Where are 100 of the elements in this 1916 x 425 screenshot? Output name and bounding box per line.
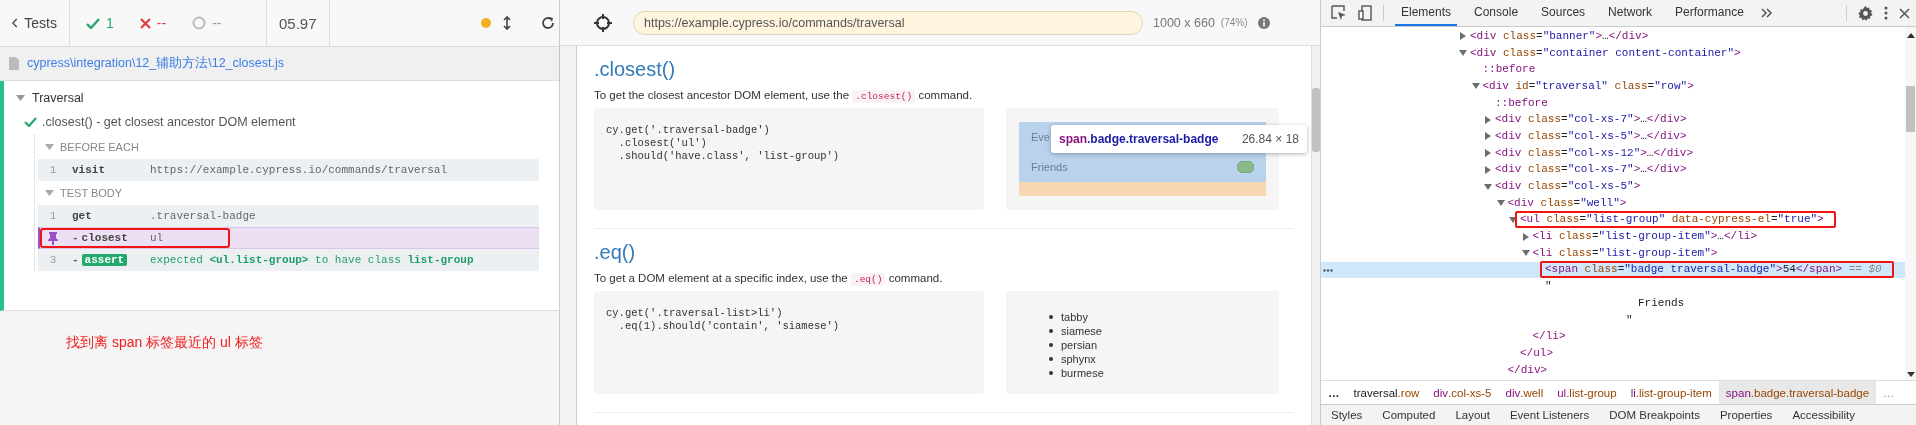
url-field[interactable]: https://example.cypress.io/commands/traversal bbox=[633, 10, 1143, 35]
expand-arrow-icon[interactable] bbox=[1459, 32, 1467, 41]
closing-tag[interactable]: </ul> bbox=[1515, 344, 1558, 362]
breadcrumb-overflow[interactable]: … bbox=[1876, 381, 1902, 404]
pseudo-element[interactable]: ::before bbox=[1477, 61, 1541, 79]
command-row[interactable]: 1 get .traversal-badge bbox=[38, 205, 539, 227]
dom-node[interactable]: <span class="badge traversal-badge">54</span> == $0 bbox=[1540, 261, 1894, 279]
command-name: get bbox=[72, 210, 92, 222]
test-title[interactable]: .closest() - get closest ancestor DOM element bbox=[42, 115, 296, 129]
dom-node[interactable]: <div class="col-xs-7">…</div> bbox=[1490, 111, 1692, 129]
child-command-dash: - bbox=[72, 232, 79, 244]
expand-arrow-icon[interactable] bbox=[1484, 115, 1492, 124]
expand-arrow-icon[interactable] bbox=[1521, 232, 1530, 241]
hook-title[interactable]: BEFORE EACH bbox=[60, 141, 139, 153]
tooltip-size: 26.84 × 18 bbox=[1241, 132, 1299, 146]
expand-arrow-icon[interactable] bbox=[1459, 49, 1467, 58]
dom-node[interactable]: <li class="list-group-item">…</li> bbox=[1527, 228, 1762, 246]
list-group-item-text: Eve bbox=[1031, 131, 1050, 143]
caret-icon[interactable] bbox=[16, 95, 25, 101]
panel-tab[interactable]: Accessibility bbox=[1782, 409, 1865, 421]
dom-node[interactable]: <div class="col-xs-12">…</div> bbox=[1490, 144, 1699, 162]
devtools-tab[interactable]: Performance bbox=[1669, 0, 1750, 26]
pending-circle-icon bbox=[192, 16, 207, 30]
suite-title[interactable]: Traversal bbox=[32, 91, 84, 105]
viewport-size: 1000 x 660 bbox=[1153, 15, 1215, 30]
breadcrumb-item[interactable]: span.badge.traversal-badge bbox=[1718, 381, 1877, 404]
crosshair-icon[interactable] bbox=[593, 12, 613, 33]
cross-icon bbox=[139, 17, 151, 29]
expand-arrow-icon[interactable] bbox=[1484, 149, 1492, 158]
dom-node[interactable]: <div class="banner">…</div> bbox=[1465, 27, 1654, 45]
bullet-icon bbox=[1049, 315, 1053, 319]
kebab-menu-icon[interactable] bbox=[1884, 6, 1888, 20]
command-name: closest bbox=[81, 232, 128, 244]
settings-icon[interactable] bbox=[1858, 5, 1873, 21]
panel-tab[interactable]: Styles bbox=[1321, 409, 1373, 421]
expand-arrow-icon[interactable] bbox=[1496, 199, 1505, 208]
expand-arrow-icon[interactable] bbox=[1484, 165, 1492, 174]
line-number: 1 bbox=[49, 210, 57, 222]
reload-icon[interactable] bbox=[541, 16, 555, 30]
dom-node[interactable]: <div class="col-xs-7">…</div> bbox=[1490, 161, 1692, 179]
bullet-icon bbox=[1049, 357, 1053, 361]
more-tabs-icon[interactable] bbox=[1760, 8, 1773, 18]
breadcrumb-item[interactable]: traversal.row bbox=[1346, 381, 1427, 404]
devtools-tab[interactable]: Network bbox=[1602, 0, 1659, 26]
devtools-tab[interactable]: Console bbox=[1468, 0, 1525, 26]
text-node-line[interactable]: " bbox=[1540, 278, 1557, 296]
bullet-icon bbox=[1049, 343, 1053, 347]
text-node-line[interactable]: " bbox=[1621, 311, 1638, 329]
command-message: https://example.cypress.io/commands/traversal bbox=[150, 164, 448, 176]
pseudo-element[interactable]: ::before bbox=[1490, 94, 1553, 112]
dom-node[interactable]: <div class="container content-container"> bbox=[1465, 44, 1746, 62]
breadcrumb-item[interactable]: div.col-xs-5 bbox=[1426, 381, 1499, 404]
command-row[interactable]: 3 - assert expected <ul.list-group> to have class list-group bbox=[38, 249, 539, 271]
panel-tab[interactable]: Computed bbox=[1372, 409, 1446, 421]
panel-tab[interactable]: Properties bbox=[1709, 409, 1783, 421]
closing-tag[interactable]: </div> bbox=[1502, 361, 1553, 379]
breadcrumb-item[interactable]: ul.list-group bbox=[1550, 381, 1624, 404]
scrollbar-thumb[interactable] bbox=[1906, 86, 1915, 132]
text-node-line[interactable]: Friends bbox=[1633, 294, 1690, 312]
command-message: .traversal-badge bbox=[150, 210, 256, 222]
command-message: expected <ul.list-group> to have class list-group bbox=[150, 254, 474, 266]
inspect-cursor-icon[interactable] bbox=[1331, 5, 1347, 21]
dom-node[interactable]: <li class="list-group-item"> bbox=[1527, 244, 1723, 262]
panel-tab[interactable]: Event Listeners bbox=[1499, 409, 1600, 421]
command-row[interactable]: 1 visit https://example.cypress.io/commands/traversal bbox=[38, 159, 539, 181]
expand-arrow-icon[interactable] bbox=[1521, 249, 1530, 258]
command-name: visit bbox=[72, 164, 105, 176]
panel-tab[interactable]: DOM Breakpoints bbox=[1599, 409, 1710, 421]
device-toolbar-icon[interactable] bbox=[1358, 5, 1372, 21]
scrollbar-thumb[interactable] bbox=[1312, 88, 1320, 152]
dom-node[interactable]: <div id="traversal" class="row"> bbox=[1477, 77, 1699, 95]
expand-arrow-icon[interactable] bbox=[1484, 132, 1492, 141]
dom-node[interactable]: <div class="col-xs-5">…</div> bbox=[1490, 127, 1692, 145]
duration: 05.97 bbox=[279, 14, 317, 32]
scroll-down-arrow-icon[interactable] bbox=[1906, 372, 1915, 377]
dom-node[interactable]: <div class="col-xs-5"> bbox=[1490, 178, 1646, 196]
closing-tag[interactable]: </li> bbox=[1527, 328, 1571, 346]
dom-node[interactable]: <div class="well"> bbox=[1502, 194, 1632, 212]
command-row[interactable]: - closest ul bbox=[38, 227, 539, 249]
devtools-tab[interactable]: Sources bbox=[1535, 0, 1592, 26]
expand-arrow-icon[interactable] bbox=[1484, 182, 1492, 191]
file-icon bbox=[9, 57, 19, 70]
more-dots-icon[interactable] bbox=[1323, 268, 1333, 272]
breadcrumb-overflow[interactable]: … bbox=[1321, 381, 1347, 404]
back-to-tests-button[interactable]: Tests bbox=[0, 0, 70, 46]
chevron-left-icon bbox=[12, 17, 19, 29]
breadcrumb-item[interactable]: li.list-group-item bbox=[1623, 381, 1719, 404]
dom-node[interactable]: <ul class="list-group" data-cypress-el="true"> bbox=[1515, 211, 1836, 229]
resize-arrows-icon[interactable] bbox=[503, 16, 511, 30]
breadcrumb-item[interactable]: div.well bbox=[1498, 381, 1551, 404]
hook-title[interactable]: TEST BODY bbox=[60, 187, 123, 199]
list-item: tabby bbox=[1061, 310, 1088, 324]
expand-arrow-icon[interactable] bbox=[1509, 215, 1517, 224]
devtools-tab[interactable]: Elements bbox=[1395, 0, 1458, 26]
expand-arrow-icon[interactable] bbox=[1471, 82, 1480, 91]
panel-tab[interactable]: Layout bbox=[1445, 409, 1500, 421]
info-icon[interactable] bbox=[1257, 16, 1270, 29]
line-number: 1 bbox=[49, 164, 57, 176]
scroll-up-arrow-icon[interactable] bbox=[1906, 33, 1915, 38]
close-icon[interactable] bbox=[1899, 7, 1910, 19]
